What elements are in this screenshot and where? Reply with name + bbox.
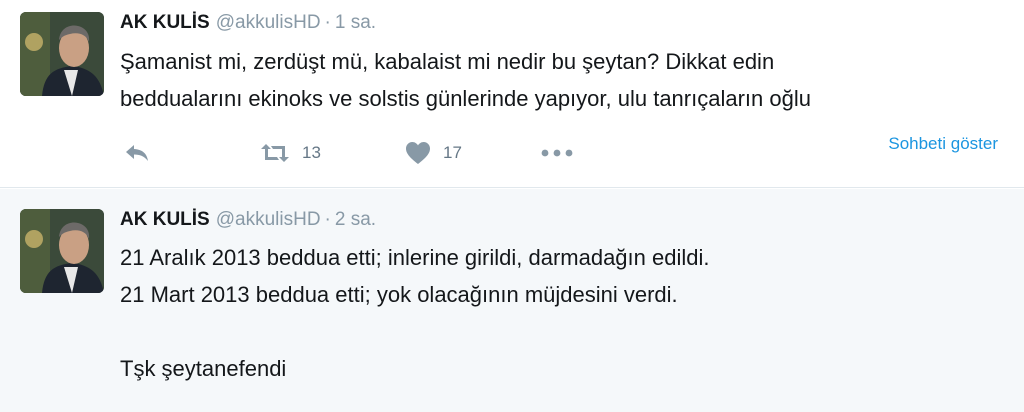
retweet-icon (260, 142, 290, 164)
tweet-line: 21 Aralık 2013 beddua etti; inlerine gir… (120, 245, 710, 270)
heart-icon (405, 141, 431, 165)
tweet-line: 21 Mart 2013 beddua etti; yok olacağının… (120, 282, 678, 307)
avatar[interactable] (20, 209, 104, 293)
like-count: 17 (443, 143, 462, 162)
show-conversation-link[interactable]: Sohbeti göster (888, 134, 998, 154)
separator-dot: · (324, 12, 331, 33)
tweet-line: Tşk şeytanefendi (120, 356, 287, 381)
tweet[interactable]: AK KULİS @akkulisHD · 2 sa. 21 Aralık 2013 … (0, 189, 1024, 412)
reply-icon (124, 143, 150, 163)
timestamp[interactable]: 1 sa. (335, 12, 376, 33)
author-name[interactable]: AK KULİS (120, 12, 210, 33)
author-handle[interactable]: @akkulisHD (216, 209, 321, 230)
tweet-line: bedduaları​nı ekinoks ve solstis günleri… (120, 86, 811, 111)
more-button[interactable] (540, 138, 574, 168)
avatar[interactable] (20, 12, 104, 96)
like-button[interactable]: 17 (405, 138, 462, 168)
reply-button[interactable] (124, 138, 150, 168)
timestamp[interactable]: 2 sa. (335, 209, 376, 230)
retweet-count: 13 (302, 143, 321, 162)
tweet-header: AK KULİS @akkulisHD · 2 sa. (120, 209, 376, 231)
tweet-text: Şamanist mi, zerdüşt mü, kabalaist mi ne… (120, 43, 1010, 117)
tweet-text: 21 Aralık 2013 beddua etti; inlerine gir… (120, 239, 1010, 387)
tweet-line: Şamanist mi, zerdüşt mü, kabalaist mi ne… (120, 49, 775, 74)
tweet-header: AK KULİS @akkulisHD · 1 sa. (120, 12, 376, 34)
tweet[interactable]: AK KULİS @akkulisHD · 1 sa. Şamanist mi, ze… (0, 0, 1024, 188)
more-dots-icon (540, 148, 574, 158)
author-handle[interactable]: @akkulisHD (216, 12, 321, 33)
tweet-actions: 13 17 (120, 138, 1000, 168)
tweet-blank-line (120, 313, 1010, 350)
separator-dot: · (324, 209, 331, 230)
author-name[interactable]: AK KULİS (120, 209, 210, 230)
retweet-button[interactable]: 13 (260, 138, 321, 168)
